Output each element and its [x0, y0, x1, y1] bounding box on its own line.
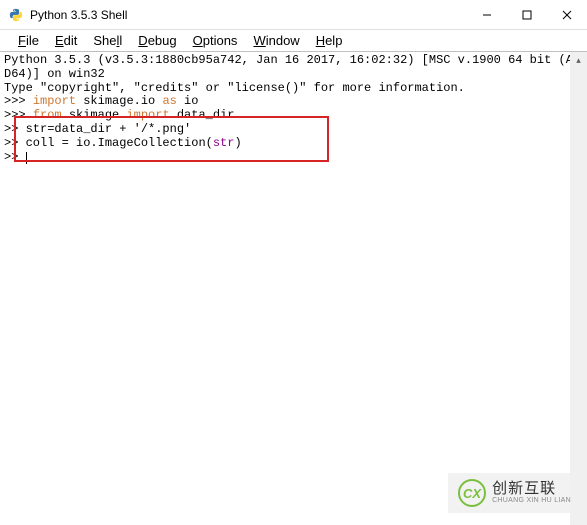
watermark-cn: 创新互联 [492, 481, 571, 498]
banner-line-2: Type "copyright", "credits" or "license(… [4, 82, 583, 96]
watermark-logo: CX [458, 479, 486, 507]
python-icon [8, 7, 24, 23]
menu-shell[interactable]: Shell [85, 33, 130, 48]
code-line-2: >>> from skimage import data_dir [4, 109, 583, 123]
banner-line-1: Python 3.5.3 (v3.5.3:1880cb95a742, Jan 1… [4, 54, 583, 82]
window-title: Python 3.5.3 Shell [30, 8, 467, 22]
vertical-scrollbar[interactable]: ▴ [570, 52, 587, 525]
code-line-1: >>> import skimage.io as io [4, 95, 583, 109]
watermark-en: CHUANG XIN HU LIAN [492, 497, 571, 505]
menubar: File Edit Shell Debug Options Window Hel… [0, 30, 587, 52]
menu-file[interactable]: File [10, 33, 47, 48]
watermark-text: 创新互联 CHUANG XIN HU LIAN [492, 481, 571, 505]
code-line-4: >> coll = io.ImageCollection(str) [4, 137, 583, 151]
code-line-3: >> str=data_dir + '/*.png' [4, 123, 583, 137]
scroll-up-arrow[interactable]: ▴ [570, 52, 587, 69]
menu-debug[interactable]: Debug [130, 33, 184, 48]
shell-content[interactable]: Python 3.5.3 (v3.5.3:1880cb95a742, Jan 1… [0, 52, 587, 525]
close-button[interactable] [547, 0, 587, 30]
minimize-button[interactable] [467, 0, 507, 30]
watermark: CX 创新互联 CHUANG XIN HU LIAN [448, 473, 581, 513]
text-cursor [26, 152, 27, 164]
window-controls [467, 0, 587, 29]
maximize-button[interactable] [507, 0, 547, 30]
titlebar: Python 3.5.3 Shell [0, 0, 587, 30]
code-line-5: >> [4, 151, 583, 165]
menu-window[interactable]: Window [245, 33, 307, 48]
menu-help[interactable]: Help [308, 33, 351, 48]
menu-options[interactable]: Options [185, 33, 246, 48]
menu-edit[interactable]: Edit [47, 33, 85, 48]
